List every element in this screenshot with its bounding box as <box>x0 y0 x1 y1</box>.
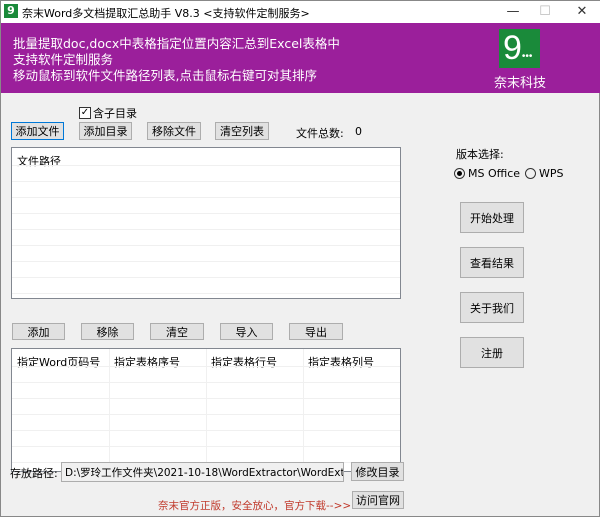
radio-unselected-icon[interactable] <box>525 168 536 179</box>
radio-wps[interactable]: WPS <box>525 167 564 180</box>
remove-param-button[interactable]: 移除 <box>81 323 134 340</box>
export-button[interactable]: 导出 <box>289 323 343 340</box>
import-button[interactable]: 导入 <box>220 323 273 340</box>
title-bar: 9 奈末Word多文档提取汇总助手 V8.3 <支持软件定制服务> — ☐ ✕ <box>1 1 600 23</box>
empty-row <box>12 246 400 262</box>
file-total-label: 文件总数: <box>296 127 344 140</box>
file-total-value: 0 <box>355 125 362 138</box>
checkbox-checked-icon[interactable]: ✓ <box>79 107 91 119</box>
company-logo: 9••• <box>499 29 540 68</box>
include-subdir-label: 含子目录 <box>93 107 137 120</box>
minimize-icon[interactable]: — <box>498 1 528 23</box>
app-logo-icon: 9 <box>4 4 18 18</box>
column-divider <box>206 349 207 471</box>
visit-website-button[interactable]: 访问官网 <box>352 491 404 509</box>
window-title: 奈末Word多文档提取汇总助手 V8.3 <支持软件定制服务> <box>22 7 310 20</box>
start-button[interactable]: 开始处理 <box>460 202 524 233</box>
remove-file-button[interactable]: 移除文件 <box>147 122 201 140</box>
add-dir-button[interactable]: 添加目录 <box>79 122 132 140</box>
save-path-input[interactable] <box>61 462 344 482</box>
version-label: 版本选择: <box>456 148 504 161</box>
change-dir-button[interactable]: 修改目录 <box>351 462 404 481</box>
radio-label: WPS <box>539 167 564 180</box>
radio-selected-icon[interactable] <box>454 168 465 179</box>
maximize-icon[interactable]: ☐ <box>530 1 560 23</box>
save-path-label: 存放路径: <box>10 467 58 480</box>
add-file-button[interactable]: 添加文件 <box>11 122 64 140</box>
empty-row <box>12 150 400 166</box>
param-table[interactable]: 指定Word页码号 指定表格序号 指定表格行号 指定表格列号 <box>11 348 401 472</box>
empty-row <box>12 166 400 182</box>
radio-label: MS Office <box>468 167 521 180</box>
promo-text: 奈末官方正版，安全放心，官方下载-->> <box>158 500 352 512</box>
file-list[interactable]: 文件路径 <box>11 147 401 299</box>
empty-row <box>12 278 400 294</box>
empty-row <box>12 182 400 198</box>
view-result-button[interactable]: 查看结果 <box>460 247 524 278</box>
add-param-button[interactable]: 添加 <box>12 323 65 340</box>
clear-list-button[interactable]: 清空列表 <box>215 122 269 140</box>
clear-param-button[interactable]: 清空 <box>150 323 204 340</box>
column-divider <box>303 349 304 471</box>
empty-row <box>12 262 400 278</box>
empty-row <box>12 230 400 246</box>
radio-ms-office[interactable]: MS Office <box>454 167 520 180</box>
include-subdir-checkbox[interactable]: ✓ 含子目录 <box>79 105 137 121</box>
empty-row <box>12 214 400 230</box>
register-button[interactable]: 注册 <box>460 337 524 368</box>
close-icon[interactable]: ✕ <box>567 1 597 23</box>
column-divider <box>109 349 110 471</box>
empty-row <box>12 198 400 214</box>
about-button[interactable]: 关于我们 <box>460 292 524 323</box>
company-name: 奈末科技 <box>494 76 547 91</box>
banner-line: 移动鼠标到软件文件路径列表,点击鼠标右键可对其排序 <box>13 68 317 83</box>
